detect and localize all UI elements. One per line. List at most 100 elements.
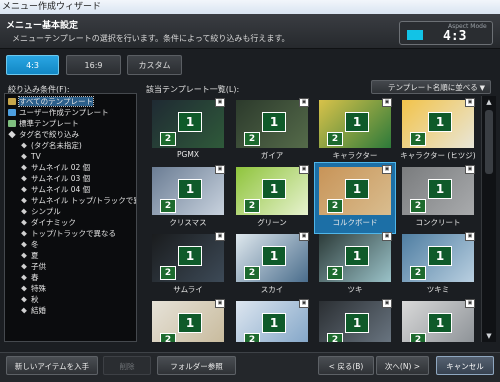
template-thumbnail[interactable]: 1 2 ▣ ガイア bbox=[232, 96, 312, 166]
template-name: スカイ bbox=[260, 285, 284, 294]
thumbnail-number-icon: 2 bbox=[410, 132, 426, 146]
template-type-icon: ▣ bbox=[382, 165, 392, 174]
template-thumbnail[interactable]: 1 2 ▣ スカイ bbox=[232, 230, 312, 300]
tree-item-tag-top-track[interactable]: トップ/トラックで異なる bbox=[20, 228, 116, 239]
template-thumbnail[interactable]: 1 2 ▣ コンクリート bbox=[398, 163, 478, 233]
tree-item-tag-autumn[interactable]: 秋 bbox=[20, 294, 39, 305]
chevron-down-icon: ▼ bbox=[479, 84, 485, 92]
template-type-icon: ▣ bbox=[299, 232, 309, 241]
tag-icon bbox=[21, 219, 27, 226]
template-thumbnail[interactable]: 1 2 ▣ bbox=[232, 297, 312, 342]
template-preview-image: 12 bbox=[152, 301, 224, 342]
thumbnail-number-icon: 1 bbox=[345, 313, 369, 333]
tree-item-tag-tv[interactable]: TV bbox=[20, 151, 41, 162]
tab-4-3[interactable]: 4:3 bbox=[6, 55, 59, 75]
filter-tree[interactable]: すべてのテンプレート ユーザー作成テンプレート 標準テンプレート タグ名で絞り込… bbox=[4, 93, 137, 342]
template-name: クリスマス bbox=[169, 218, 207, 227]
template-thumbnail[interactable]: 1 2 ▣ bbox=[148, 297, 228, 342]
browse-folder-button[interactable]: フォルダー参照 bbox=[157, 356, 236, 375]
thumbnail-number-icon: 2 bbox=[244, 333, 260, 342]
template-thumbnail[interactable]: 1 2 ▣ bbox=[398, 297, 478, 342]
template-type-icon: ▣ bbox=[299, 299, 309, 308]
template-preview-image: 12 bbox=[402, 301, 474, 342]
tag-icon bbox=[21, 186, 27, 193]
cancel-button[interactable]: キャンセル bbox=[436, 356, 494, 375]
tag-icon bbox=[21, 263, 27, 270]
template-thumbnail[interactable]: 1 2 ▣ コルクボード bbox=[314, 162, 396, 234]
template-name: PGMX bbox=[177, 150, 199, 159]
tab-custom[interactable]: カスタム bbox=[127, 55, 182, 75]
tree-item-tag-thumb-4[interactable]: サムネイル 04 個 bbox=[20, 184, 90, 195]
template-thumbnail[interactable]: 1 2 ▣ キャラクター bbox=[315, 96, 395, 166]
scroll-thumb[interactable] bbox=[485, 110, 493, 174]
tag-icon bbox=[21, 208, 27, 215]
aspect-mode-indicator: Aspect Mode 4:3 bbox=[399, 21, 493, 45]
tree-item-filter-by-tag[interactable]: タグ名で絞り込み bbox=[8, 129, 79, 140]
tree-item-tag-dynamic[interactable]: ダイナミック bbox=[20, 217, 76, 228]
scroll-down-icon[interactable]: ▼ bbox=[484, 331, 494, 341]
template-grid[interactable]: 1 2 ▣ PGMX 1 2 ▣ ガイア 1 2 ▣ キャラクター 1 2 ▣ キャラクター (ヒツジ) 1 2 ▣… bbox=[148, 96, 478, 342]
template-thumbnail[interactable]: 1 2 ▣ PGMX bbox=[148, 96, 228, 166]
next-button[interactable]: 次へ(N) > bbox=[376, 356, 429, 375]
template-type-icon: ▣ bbox=[215, 299, 225, 308]
thumbnail-number-icon: 2 bbox=[244, 266, 260, 280]
thumbnail-number-icon: 1 bbox=[262, 179, 286, 199]
thumbnail-number-icon: 2 bbox=[410, 266, 426, 280]
thumbnail-number-icon: 1 bbox=[345, 246, 369, 266]
template-preview-image: 12 bbox=[402, 167, 474, 215]
tree-item-all-templates[interactable]: すべてのテンプレート bbox=[8, 96, 94, 107]
tree-item-tag-simple[interactable]: シンプル bbox=[20, 206, 61, 217]
thumbnail-number-icon: 2 bbox=[160, 333, 176, 342]
template-preview-image: 12 bbox=[152, 234, 224, 282]
template-name: グリーン bbox=[257, 218, 287, 227]
thumbnail-number-icon: 2 bbox=[327, 199, 343, 213]
tree-item-tag-unspecified[interactable]: (タグ名未指定) bbox=[20, 140, 82, 151]
tag-icon bbox=[21, 241, 27, 248]
template-thumbnail[interactable]: 1 2 ▣ グリーン bbox=[232, 163, 312, 233]
standard-folder-icon bbox=[8, 120, 16, 127]
tree-item-standard-templates[interactable]: 標準テンプレート bbox=[8, 118, 79, 129]
thumbnail-number-icon: 1 bbox=[262, 246, 286, 266]
sort-dropdown[interactable]: テンプレート名順に並べる ▼ bbox=[371, 80, 491, 94]
back-button[interactable]: < 戻る(B) bbox=[318, 356, 374, 375]
delete-button: 削除 bbox=[103, 356, 151, 375]
tree-item-tag-thumb-2[interactable]: サムネイル 02 個 bbox=[20, 162, 90, 173]
tree-item-tag-wedding[interactable]: 結婚 bbox=[20, 305, 46, 316]
tree-item-user-templates[interactable]: ユーザー作成テンプレート bbox=[8, 107, 109, 118]
thumbnail-number-icon: 2 bbox=[160, 266, 176, 280]
template-thumbnail[interactable]: 1 2 ▣ キャラクター (ヒツジ) bbox=[398, 96, 478, 166]
tree-item-tag-winter[interactable]: 冬 bbox=[20, 239, 39, 250]
tag-icon bbox=[21, 285, 27, 292]
get-new-item-button[interactable]: 新しいアイテムを入手 bbox=[6, 356, 98, 375]
template-thumbnail[interactable]: 1 2 ▣ ツキミ bbox=[398, 230, 478, 300]
template-type-icon: ▣ bbox=[215, 165, 225, 174]
scroll-up-icon[interactable]: ▲ bbox=[484, 97, 494, 107]
thumbnail-number-icon: 1 bbox=[178, 179, 202, 199]
template-type-icon: ▣ bbox=[465, 299, 475, 308]
tree-item-tag-summer[interactable]: 夏 bbox=[20, 250, 39, 261]
thumbnail-number-icon: 1 bbox=[178, 112, 202, 132]
thumbnail-number-icon: 1 bbox=[428, 179, 452, 199]
thumbnail-number-icon: 1 bbox=[428, 313, 452, 333]
tag-icon bbox=[21, 307, 27, 314]
tag-icon bbox=[21, 142, 27, 149]
template-thumbnail[interactable]: 1 2 ▣ ツキ bbox=[315, 230, 395, 300]
template-thumbnail[interactable]: 1 2 ▣ サムライ bbox=[148, 230, 228, 300]
thumbnail-number-icon: 1 bbox=[428, 246, 452, 266]
template-thumbnail[interactable]: 1 2 ▣ bbox=[315, 297, 395, 342]
template-grid-scrollbar[interactable]: ▲ ▼ bbox=[481, 96, 496, 342]
tree-item-tag-thumb-3[interactable]: サムネイル 03 個 bbox=[20, 173, 90, 184]
template-thumbnail[interactable]: 1 2 ▣ クリスマス bbox=[148, 163, 228, 233]
template-preview-image: 12 bbox=[236, 167, 308, 215]
thumbnail-number-icon: 1 bbox=[262, 313, 286, 333]
template-name: ガイア bbox=[260, 151, 284, 160]
tree-item-tag-kids[interactable]: 子供 bbox=[20, 261, 46, 272]
template-preview-image: 12 bbox=[152, 100, 224, 148]
tag-icon bbox=[21, 175, 27, 182]
thumbnail-number-icon: 1 bbox=[345, 112, 369, 132]
tab-16-9[interactable]: 16:9 bbox=[66, 55, 121, 75]
tree-item-tag-spring[interactable]: 春 bbox=[20, 272, 39, 283]
tree-item-tag-special[interactable]: 特殊 bbox=[20, 283, 46, 294]
tag-icon bbox=[21, 164, 27, 171]
tree-item-tag-thumb-different[interactable]: サムネイル トップ/トラックで異なる bbox=[20, 195, 136, 206]
